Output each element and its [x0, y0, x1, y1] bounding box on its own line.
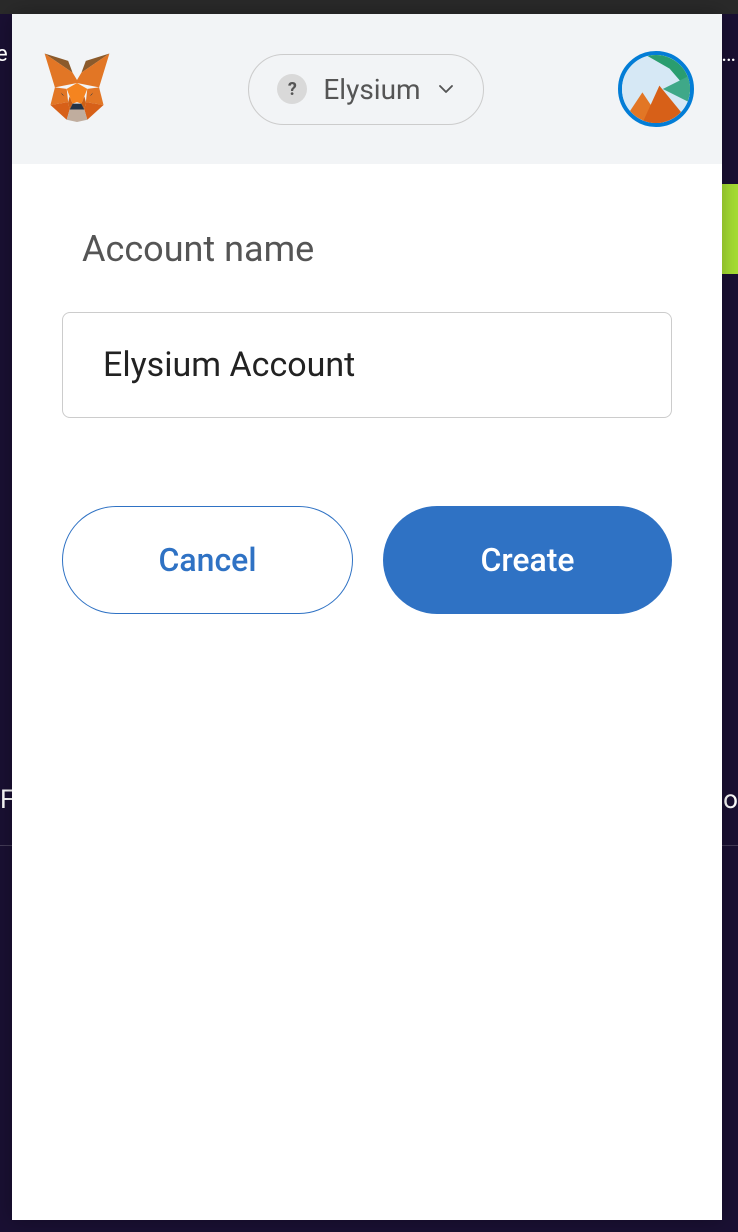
account-name-label: Account name [62, 228, 672, 270]
truncated-text-left: e [0, 42, 8, 67]
question-mark-icon: ? [277, 74, 307, 104]
popup-header: ? Elysium [12, 14, 722, 164]
network-selector[interactable]: ? Elysium [248, 54, 483, 125]
extension-popup: ? Elysium Account name Cancel Create [12, 14, 722, 1220]
network-label: Elysium [323, 73, 420, 106]
browser-chrome-top [0, 0, 738, 14]
popup-body: Account name Cancel Create [12, 164, 722, 614]
metamask-fox-logo [40, 52, 114, 126]
account-name-input[interactable] [62, 312, 672, 418]
background-text-right: o [723, 785, 738, 815]
create-button[interactable]: Create [383, 506, 672, 614]
cancel-button[interactable]: Cancel [62, 506, 353, 614]
account-avatar[interactable] [618, 51, 694, 127]
truncated-text-right: … [721, 42, 736, 67]
button-row: Cancel Create [62, 506, 672, 614]
chevron-down-icon [437, 80, 455, 98]
